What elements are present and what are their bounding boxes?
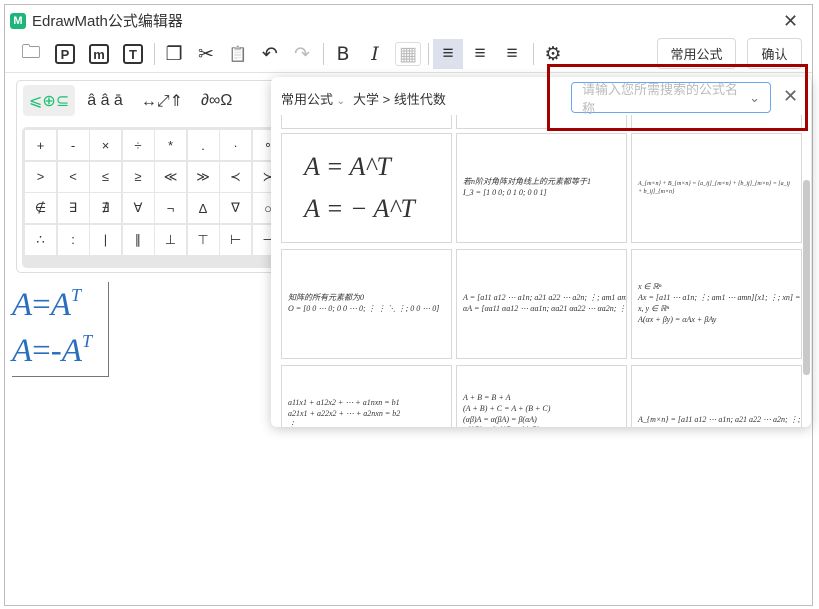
symbol-button[interactable]: ÷ bbox=[122, 130, 154, 160]
toolbar: 🗀 P m T ❐ ✂ 📋 ↶ ↷ B I ▦ ≡ ≡ ≡ ⚙ bbox=[16, 38, 570, 70]
align-left-icon[interactable]: ≡ bbox=[433, 39, 463, 69]
formula-card[interactable]: a11x1 + a12x2 + ⋯ + a1nxn = b1 a21x1 + a… bbox=[281, 365, 452, 427]
export-pdf-icon[interactable]: P bbox=[55, 44, 75, 64]
close-window-button[interactable]: ✕ bbox=[783, 11, 798, 32]
formula-card[interactable]: A + B = B + A (A + B) + C = A + (B + C) … bbox=[456, 365, 627, 427]
breadcrumb-path[interactable]: 大学 > 线性代数 bbox=[353, 89, 446, 108]
undo-icon[interactable]: ↶ bbox=[255, 39, 285, 69]
symbol-button[interactable]: ∆ bbox=[187, 193, 219, 223]
copy-icon[interactable]: ❐ bbox=[159, 39, 189, 69]
formula-canvas[interactable]: A=AT A=-AT bbox=[12, 282, 109, 377]
formula-preview: 若n阶对角阵对角线上的元素都等于1 I_3 = [1 0 0; 0 1 0; 0… bbox=[463, 177, 591, 197]
bold-icon[interactable]: B bbox=[328, 39, 358, 69]
symbol-button[interactable]: ≫ bbox=[187, 161, 219, 192]
open-file-icon[interactable]: 🗀 bbox=[16, 39, 46, 69]
formula-card[interactable]: 知阵的所有元素都为0 O = [0 0 ⋯ 0; 0 0 ⋯ 0; ⋮ ⋮ ⋱ … bbox=[281, 249, 452, 359]
formula-preview: x ∈ ℝⁿ Ax = [a11 ⋯ a1n; ⋮; am1 ⋯ amn][x1… bbox=[638, 282, 801, 324]
formula-preview: A = [a11 a12 ⋯ a1n; a21 a22 ⋯ a2n; ⋮; am… bbox=[463, 293, 627, 313]
symbol-button[interactable]: ∃ bbox=[57, 193, 89, 223]
formula-card[interactable]: 若n阶对角阵对角线上的元素都等于1 I_3 = [1 0 0; 0 1 0; 0… bbox=[456, 133, 627, 243]
divider bbox=[154, 43, 155, 65]
formula-preview: A_{m×n} = [a11 a12 ⋯ a1n; a21 a22 ⋯ a2n;… bbox=[638, 414, 801, 424]
formula-preview: 知阵的所有元素都为0 O = [0 0 ⋯ 0; 0 0 ⋯ 0; ⋮ ⋮ ⋱ … bbox=[288, 293, 440, 313]
edrawmath-logo-icon: M bbox=[10, 12, 26, 29]
formula-card[interactable]: A_{m×n} = [a11 a12 ⋯ a1n; a21 a22 ⋯ a2n;… bbox=[631, 365, 802, 427]
scrollbar-thumb[interactable] bbox=[803, 180, 810, 375]
align-right-icon[interactable]: ≡ bbox=[497, 39, 527, 69]
formula-card[interactable] bbox=[281, 115, 452, 129]
redo-icon[interactable]: ↷ bbox=[287, 39, 317, 69]
symbol-button[interactable]: ∥ bbox=[122, 224, 154, 255]
symbol-button[interactable]: ⊢ bbox=[220, 224, 251, 255]
symbol-button[interactable]: ∉ bbox=[25, 193, 56, 223]
symbol-button[interactable]: - bbox=[57, 130, 89, 160]
formula-card[interactable]: A_{m×n} + B_{m×n} = [a_ij]_{m×n} + [b_ij… bbox=[631, 133, 802, 243]
symbol-button[interactable]: < bbox=[57, 161, 89, 192]
symbol-button[interactable]: ∀ bbox=[122, 193, 154, 223]
formula-preview: A + B = B + A (A + B) + C = A + (B + C) … bbox=[463, 393, 551, 427]
italic-icon[interactable]: I bbox=[360, 39, 390, 69]
divider bbox=[323, 43, 324, 65]
formula-preview: A_{m×n} + B_{m×n} = [a_ij]_{m×n} + [b_ij… bbox=[638, 180, 790, 195]
symbol-button[interactable]: ⊥ bbox=[155, 224, 186, 255]
formula-card[interactable]: x ∈ ℝⁿ Ax = [a11 ⋯ a1n; ⋮; am1 ⋯ amn][x1… bbox=[631, 249, 802, 359]
symbol-button[interactable]: · bbox=[220, 130, 251, 160]
symbol-button[interactable]: ∴ bbox=[25, 224, 56, 255]
symbol-button[interactable]: ≥ bbox=[122, 161, 154, 192]
symbol-button[interactable]: | bbox=[90, 224, 121, 255]
symbol-button[interactable]: ∄ bbox=[90, 193, 121, 223]
chevron-down-icon: ⌄ bbox=[336, 96, 346, 107]
title-bar: M EdrawMath公式编辑器 bbox=[10, 10, 183, 31]
symbol-button[interactable]: × bbox=[90, 130, 121, 160]
palette-tab-arrows[interactable]: ↔⤢⇑ bbox=[135, 85, 189, 116]
formula-preview: a11x1 + a12x2 + ⋯ + a1nxn = b1 a21x1 + a… bbox=[288, 398, 401, 427]
export-text-icon[interactable]: T bbox=[123, 44, 143, 64]
formula-card[interactable]: A = [a11 a12 ⋯ a1n; a21 a22 ⋯ a2n; ⋮; am… bbox=[456, 249, 627, 359]
formula-line: A=-AT bbox=[12, 331, 92, 369]
highlight-box bbox=[547, 64, 808, 131]
symbol-button[interactable]: . bbox=[187, 130, 219, 160]
symbol-button[interactable]: * bbox=[155, 130, 186, 160]
symbol-button[interactable]: ≤ bbox=[90, 161, 121, 192]
symbol-button[interactable]: ≺ bbox=[220, 161, 251, 192]
scrollbar[interactable] bbox=[803, 135, 810, 427]
symbol-button[interactable]: > bbox=[25, 161, 56, 192]
symbol-button[interactable]: ≪ bbox=[155, 161, 186, 192]
export-image-icon[interactable]: m bbox=[89, 44, 109, 64]
divider bbox=[533, 43, 534, 65]
symbol-button[interactable]: + bbox=[25, 130, 56, 160]
formula-card[interactable]: A = A^T A = − A^T bbox=[281, 133, 452, 243]
align-center-icon[interactable]: ≡ bbox=[465, 39, 495, 69]
palette-tab-greek[interactable]: ∂∞Ω bbox=[195, 85, 238, 116]
symbol-button[interactable]: ¬ bbox=[155, 193, 186, 223]
symbol-button[interactable]: ⊤ bbox=[187, 224, 219, 255]
window-title: EdrawMath公式编辑器 bbox=[32, 13, 183, 30]
category-dropdown[interactable]: 常用公式 ⌄ bbox=[281, 89, 345, 108]
cut-icon[interactable]: ✂ bbox=[191, 39, 221, 69]
color-icon[interactable]: ▦ bbox=[395, 42, 421, 66]
symbol-button[interactable]: : bbox=[57, 224, 89, 255]
paste-icon[interactable]: 📋 bbox=[223, 39, 253, 69]
formula-grid: A = A^T A = − A^T 若n阶对角阵对角线上的元素都等于1 I_3 =… bbox=[281, 115, 802, 427]
palette-tab-accents[interactable]: â â ā bbox=[81, 85, 129, 116]
divider bbox=[428, 43, 429, 65]
formula-line: A=AT bbox=[12, 285, 81, 323]
breadcrumb: 常用公式 ⌄ 大学 > 线性代数 bbox=[281, 89, 446, 108]
palette-tab-relations[interactable]: ⩽⊕⊆ bbox=[23, 85, 76, 116]
formula-preview: A = A^T A = − A^T bbox=[304, 152, 415, 223]
symbol-button[interactable]: ∇ bbox=[220, 193, 251, 223]
